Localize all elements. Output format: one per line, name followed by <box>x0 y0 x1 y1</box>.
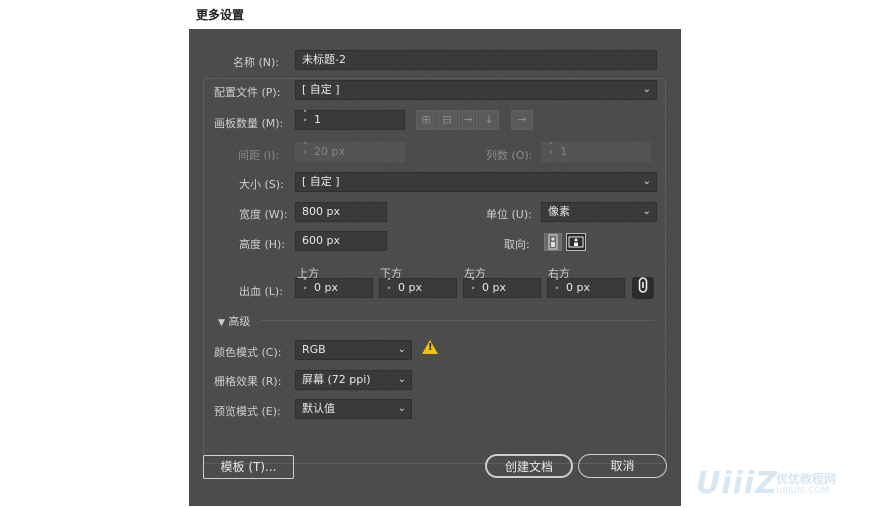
units-label: 单位 (U): <box>486 208 532 221</box>
name-input[interactable]: 未标题-2 <box>295 50 657 70</box>
bleed-left-value: 0 px <box>482 281 506 294</box>
grid-by-row-icon[interactable]: ⊞ <box>416 110 436 130</box>
spacing-stepper[interactable]: ˄ ˅ 20 px <box>295 142 405 162</box>
columns-label: 列数 (O): <box>486 149 533 162</box>
bleed-bottom-value: 0 px <box>398 281 422 294</box>
bleed-right-value: 0 px <box>566 281 590 294</box>
advanced-toggle[interactable]: ▼ 高级 <box>218 313 250 329</box>
cancel-button[interactable]: 取消 <box>578 454 667 478</box>
units-value: 像素 <box>548 205 570 218</box>
advanced-divider <box>261 320 655 321</box>
stepper-arrows-icon[interactable]: ˄ ˅ <box>382 279 396 299</box>
profile-select[interactable]: [ 自定 ] ⌄ <box>295 80 657 100</box>
arrange-by-row-icon[interactable]: → <box>458 110 478 130</box>
width-label: 宽度 (W): <box>239 208 288 221</box>
spacing-label: 间距 (I): <box>238 149 280 162</box>
color-mode-value: RGB <box>302 343 326 356</box>
template-button[interactable]: 模板 (T)... <box>203 455 294 479</box>
create-document-button[interactable]: 创建文档 <box>485 454 573 478</box>
arrange-by-column-icon[interactable]: ↓ <box>479 110 499 130</box>
link-bleed-button[interactable] <box>632 277 654 299</box>
orientation-label: 取向: <box>504 238 530 251</box>
spacing-value: 20 px <box>314 145 345 158</box>
more-settings-dialog: 名称 (N): 未标题-2 配置文件 (P): [ 自定 ] ⌄ 画板数量 (M… <box>189 29 681 506</box>
chevron-down-icon: ⌄ <box>397 403 406 414</box>
color-mode-label: 颜色模式 (C): <box>214 346 282 359</box>
bleed-top-value: 0 px <box>314 281 338 294</box>
stepper-arrows-icon[interactable]: ˄ ˅ <box>298 279 312 299</box>
warning-icon[interactable]: ! <box>422 340 438 354</box>
bleed-top-stepper[interactable]: ˄ ˅ 0 px <box>295 278 373 298</box>
raster-label: 栅格效果 (R): <box>214 375 282 388</box>
landscape-icon <box>568 236 584 248</box>
link-icon <box>638 277 648 293</box>
stepper-arrows-icon[interactable]: ˄ ˅ <box>544 143 558 163</box>
advanced-label: 高级 <box>228 315 251 328</box>
artboards-label: 画板数量 (M): <box>214 117 284 130</box>
portrait-icon <box>548 234 558 250</box>
triangle-down-icon: ▼ <box>218 318 225 328</box>
stepper-arrows-icon[interactable]: ˄ ˅ <box>550 279 564 299</box>
height-label: 高度 (H): <box>239 238 286 251</box>
window-title: 更多设置 <box>196 8 245 22</box>
size-label: 大小 (S): <box>239 178 284 191</box>
chevron-down-icon: ⌄ <box>642 206 651 217</box>
stepper-arrows-icon[interactable]: ˄ ˅ <box>466 279 480 299</box>
chevron-down-icon: ⌄ <box>397 344 406 355</box>
rtl-layout-icon[interactable]: → <box>511 110 533 130</box>
name-label: 名称 (N): <box>233 56 280 69</box>
profile-label: 配置文件 (P): <box>214 86 281 99</box>
watermark-cn: 优优教程网 <box>776 472 837 486</box>
preview-select[interactable]: 默认值 ⌄ <box>295 399 412 419</box>
landscape-button[interactable] <box>566 233 586 251</box>
artboards-value: 1 <box>314 113 321 126</box>
raster-value: 屏幕 (72 ppi) <box>302 373 371 386</box>
columns-value: 1 <box>560 145 567 158</box>
watermark-url: UIIIUIII.COM <box>776 486 830 496</box>
raster-select[interactable]: 屏幕 (72 ppi) ⌄ <box>295 370 412 390</box>
profile-value: [ 自定 ] <box>302 83 340 96</box>
bleed-left-stepper[interactable]: ˄ ˅ 0 px <box>463 278 541 298</box>
chevron-down-icon: ⌄ <box>397 374 406 385</box>
preview-value: 默认值 <box>302 402 335 415</box>
stepper-arrows-icon[interactable]: ˄ ˅ <box>298 111 312 131</box>
color-mode-select[interactable]: RGB ⌄ <box>295 340 412 360</box>
portrait-button[interactable] <box>544 233 562 251</box>
watermark-brand: UiiiZ <box>696 466 778 501</box>
artboards-stepper[interactable]: ˄ ˅ 1 <box>295 110 405 130</box>
size-select[interactable]: [ 自定 ] ⌄ <box>295 172 657 192</box>
bleed-right-stepper[interactable]: ˄ ˅ 0 px <box>547 278 625 298</box>
chevron-down-icon: ⌄ <box>642 84 651 95</box>
size-value: [ 自定 ] <box>302 175 340 188</box>
width-input[interactable]: 800 px <box>295 202 387 222</box>
stepper-arrows-icon[interactable]: ˄ ˅ <box>298 143 312 163</box>
height-input[interactable]: 600 px <box>295 231 387 251</box>
chevron-down-icon: ⌄ <box>642 176 651 187</box>
bleed-bottom-stepper[interactable]: ˄ ˅ 0 px <box>379 278 457 298</box>
columns-stepper[interactable]: ˄ ˅ 1 <box>541 142 651 162</box>
units-select[interactable]: 像素 ⌄ <box>541 202 657 222</box>
preview-label: 预览模式 (E): <box>214 405 281 418</box>
bleed-label: 出血 (L): <box>239 285 283 298</box>
grid-by-column-icon[interactable]: ⊟ <box>437 110 457 130</box>
